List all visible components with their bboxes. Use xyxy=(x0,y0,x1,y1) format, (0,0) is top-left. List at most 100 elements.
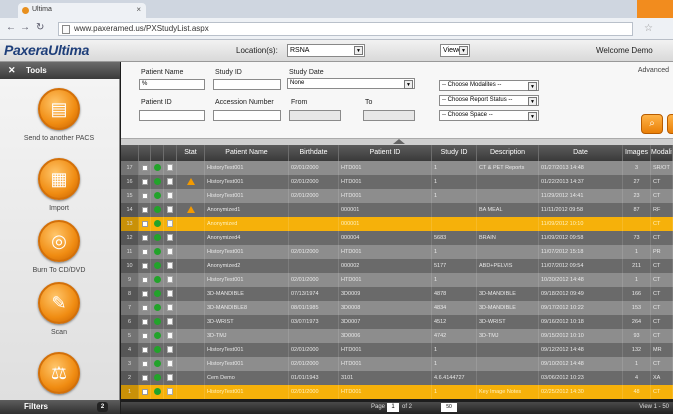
report-cell[interactable] xyxy=(164,371,177,385)
row-checkbox[interactable] xyxy=(139,217,151,231)
open-study-icon[interactable] xyxy=(153,388,161,396)
send-to-pacs-button[interactable]: ▤ Send to another PACS xyxy=(0,88,118,143)
scan-button[interactable]: ✎ Scan xyxy=(0,282,118,337)
row-checkbox[interactable] xyxy=(139,231,151,245)
checkbox-icon[interactable] xyxy=(141,304,148,311)
open-study-cell[interactable] xyxy=(151,231,164,245)
open-study-cell[interactable] xyxy=(151,301,164,315)
page-input[interactable]: 1 xyxy=(387,403,399,412)
report-cell[interactable] xyxy=(164,189,177,203)
open-study-cell[interactable] xyxy=(151,245,164,259)
open-study-icon[interactable] xyxy=(153,290,161,298)
checkbox-icon[interactable] xyxy=(141,206,148,213)
report-cell[interactable] xyxy=(164,175,177,189)
table-row[interactable]: 17 HistoryTest001 02/01/2000 HTD001 1 CT & PE… xyxy=(121,161,673,175)
report-cell[interactable] xyxy=(164,329,177,343)
row-checkbox[interactable] xyxy=(139,287,151,301)
report-cell[interactable] xyxy=(164,245,177,259)
open-study-cell[interactable] xyxy=(151,273,164,287)
report-cell[interactable] xyxy=(164,315,177,329)
open-study-icon[interactable] xyxy=(153,360,161,368)
header-cell-patient-id[interactable]: Patient ID xyxy=(339,145,432,161)
checkbox-icon[interactable] xyxy=(141,234,148,241)
checkbox-icon[interactable] xyxy=(141,164,148,171)
per-page-select[interactable]: 50 xyxy=(441,403,457,412)
report-doc-icon[interactable] xyxy=(167,164,173,172)
study-id-input[interactable] xyxy=(213,79,281,90)
report-doc-icon[interactable] xyxy=(167,220,173,228)
table-row[interactable]: 16 HistoryTest001 02/01/2000 HTD001 1 01/22/2… xyxy=(121,175,673,189)
open-study-icon[interactable] xyxy=(153,164,161,172)
table-row[interactable]: 11 HistoryTest001 02/01/2000 HTD001 1 11/07/2… xyxy=(121,245,673,259)
report-doc-icon[interactable] xyxy=(167,360,173,368)
open-study-cell[interactable] xyxy=(151,203,164,217)
study-date-select[interactable]: None ▼ xyxy=(287,78,415,89)
open-study-cell[interactable] xyxy=(151,371,164,385)
report-doc-icon[interactable] xyxy=(167,346,173,354)
open-study-cell[interactable] xyxy=(151,217,164,231)
row-checkbox[interactable] xyxy=(139,357,151,371)
open-study-icon[interactable] xyxy=(153,248,161,256)
clear-button[interactable] xyxy=(667,114,673,134)
report-doc-icon[interactable] xyxy=(167,318,173,326)
open-study-icon[interactable] xyxy=(153,346,161,354)
from-date-input[interactable] xyxy=(289,110,341,121)
open-study-icon[interactable] xyxy=(153,332,161,340)
row-checkbox[interactable] xyxy=(139,329,151,343)
open-study-cell[interactable] xyxy=(151,161,164,175)
forward-icon[interactable]: → xyxy=(20,22,30,33)
report-doc-icon[interactable] xyxy=(167,304,173,312)
report-doc-icon[interactable] xyxy=(167,262,173,270)
to-date-input[interactable] xyxy=(363,110,415,121)
header-cell-modality[interactable]: Modality xyxy=(651,145,673,161)
space-select[interactable]: -- Choose Space -- ▼ xyxy=(439,110,539,121)
open-study-icon[interactable] xyxy=(153,276,161,284)
header-cell-description[interactable]: Description xyxy=(477,145,539,161)
report-doc-icon[interactable] xyxy=(167,192,173,200)
open-study-cell[interactable] xyxy=(151,315,164,329)
table-row[interactable]: 7 3D-MANDIBLE8 08/01/1985 3D0008 4834 3D-MAND… xyxy=(121,301,673,315)
checkbox-icon[interactable] xyxy=(141,388,148,395)
report-doc-icon[interactable] xyxy=(167,276,173,284)
open-study-icon[interactable] xyxy=(153,192,161,200)
report-cell[interactable] xyxy=(164,161,177,175)
checkbox-icon[interactable] xyxy=(141,332,148,339)
header-cell-stat[interactable]: Stat xyxy=(177,145,205,161)
checkbox-icon[interactable] xyxy=(141,220,148,227)
advanced-link[interactable]: Advanced xyxy=(638,67,669,74)
reload-icon[interactable]: ↻ xyxy=(36,22,44,33)
open-study-cell[interactable] xyxy=(151,385,164,399)
report-doc-icon[interactable] xyxy=(167,290,173,298)
open-study-icon[interactable] xyxy=(153,234,161,242)
url-input[interactable]: www.paxeramed.us/PXStudyList.aspx xyxy=(58,22,633,36)
report-doc-icon[interactable] xyxy=(167,332,173,340)
row-checkbox[interactable] xyxy=(139,301,151,315)
table-row[interactable]: 15 HistoryTest001 02/01/2000 HTD001 1 11/29/2… xyxy=(121,189,673,203)
report-cell[interactable] xyxy=(164,385,177,399)
row-checkbox[interactable] xyxy=(139,245,151,259)
table-row[interactable]: 13 Anonymized 000001 11/09/2012 10:10 CT xyxy=(121,217,673,231)
report-cell[interactable] xyxy=(164,301,177,315)
row-checkbox[interactable] xyxy=(139,273,151,287)
report-cell[interactable] xyxy=(164,287,177,301)
report-doc-icon[interactable] xyxy=(167,178,173,186)
location-select[interactable]: RSNA ▼ xyxy=(287,44,365,57)
open-study-icon[interactable] xyxy=(153,178,161,186)
filters-bar[interactable]: Filters 2 xyxy=(0,400,120,414)
table-row[interactable]: 12 Anonymized4 000004 5683 BRAIN 11/09/2012 0… xyxy=(121,231,673,245)
open-study-icon[interactable] xyxy=(153,220,161,228)
report-doc-icon[interactable] xyxy=(167,206,173,214)
report-doc-icon[interactable] xyxy=(167,374,173,382)
row-checkbox[interactable] xyxy=(139,189,151,203)
open-study-cell[interactable] xyxy=(151,343,164,357)
open-study-cell[interactable] xyxy=(151,329,164,343)
table-row[interactable]: 5 3D-TMJ 3D0006 4742 3D-TMJ 09/15/2012 10:10 9… xyxy=(121,329,673,343)
patient-id-input[interactable] xyxy=(139,110,205,121)
open-study-cell[interactable] xyxy=(151,175,164,189)
patient-name-input[interactable]: % xyxy=(139,79,205,90)
header-cell-patient-name[interactable]: Patient Name xyxy=(205,145,289,161)
report-cell[interactable] xyxy=(164,259,177,273)
open-study-cell[interactable] xyxy=(151,189,164,203)
checkbox-icon[interactable] xyxy=(141,262,148,269)
open-study-icon[interactable] xyxy=(153,206,161,214)
